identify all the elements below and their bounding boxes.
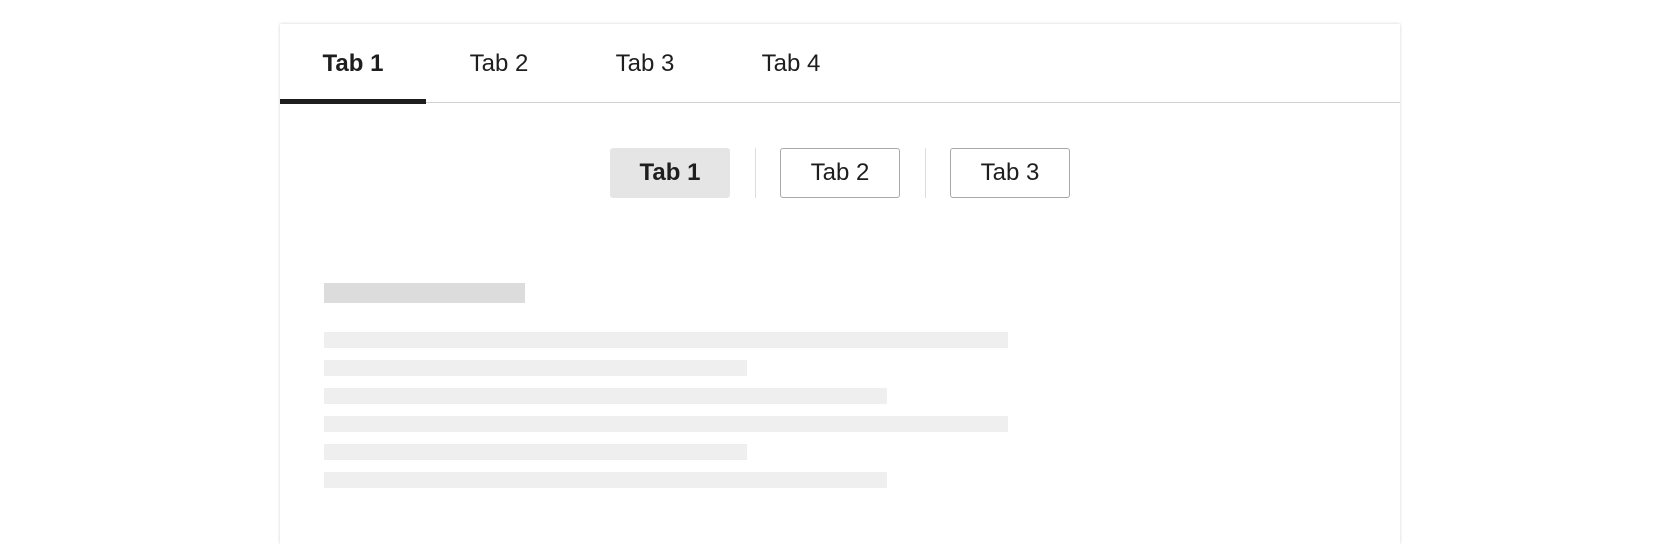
top-tab-2-label: Tab 2 <box>469 49 529 77</box>
top-tab-4-label: Tab 4 <box>761 49 821 77</box>
skeleton-line <box>324 472 887 488</box>
skeleton-line <box>324 332 1008 348</box>
segment-tab-2-label: Tab 2 <box>810 159 870 186</box>
skeleton-line <box>324 360 747 376</box>
top-tab-1-label: Tab 1 <box>322 49 384 77</box>
segment-tab-1-label: Tab 1 <box>639 159 701 186</box>
top-tab-bar: Tab 1 Tab 2 Tab 3 Tab 4 <box>280 24 1400 104</box>
segment-divider <box>755 148 756 198</box>
top-tab-4[interactable]: Tab 4 <box>718 24 864 103</box>
top-tab-2[interactable]: Tab 2 <box>426 24 572 103</box>
segment-tab-2[interactable]: Tab 2 <box>780 148 900 198</box>
skeleton-line <box>324 416 1008 432</box>
skeleton-line <box>324 388 887 404</box>
skeleton-heading <box>324 283 525 303</box>
active-tab-indicator <box>280 99 426 104</box>
segment-divider <box>925 148 926 198</box>
segment-tab-3[interactable]: Tab 3 <box>950 148 1070 198</box>
tabs-card: Tab 1 Tab 2 Tab 3 Tab 4 Tab 1 Tab 2 Tab … <box>280 24 1400 544</box>
skeleton-line <box>324 444 747 460</box>
top-tab-3-label: Tab 3 <box>615 49 675 77</box>
segment-tab-3-label: Tab 3 <box>980 159 1040 186</box>
top-tab-3[interactable]: Tab 3 <box>572 24 718 103</box>
top-tab-1[interactable]: Tab 1 <box>280 24 426 104</box>
segment-tab-1[interactable]: Tab 1 <box>610 148 730 198</box>
